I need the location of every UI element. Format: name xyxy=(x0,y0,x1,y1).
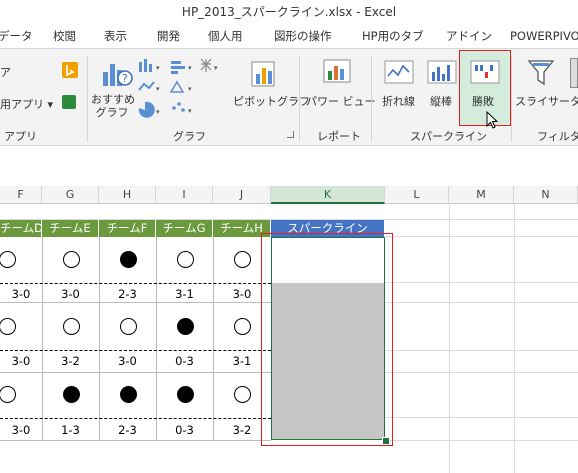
people-graph-icon[interactable] xyxy=(62,95,76,109)
column-header-h[interactable]: H xyxy=(99,186,156,204)
ribbon-separator xyxy=(87,56,88,142)
ribbon-separator xyxy=(371,56,372,142)
score-cell: 2-3 xyxy=(118,287,137,301)
score-cell: 3-0 xyxy=(118,354,137,368)
bing-icon[interactable] xyxy=(62,62,78,78)
my-apps-button[interactable]: 用アプリ ▾ xyxy=(0,96,53,112)
score-cell: 3-0 xyxy=(61,287,80,301)
window-title: HP_2013_スパークライン.xlsx - Excel xyxy=(181,5,397,19)
win-circle-icon xyxy=(176,251,194,268)
ribbon-separator xyxy=(299,56,300,142)
sparkline-winloss-icon xyxy=(470,60,500,84)
tab-developer[interactable]: 開発 xyxy=(157,24,180,48)
tab-data[interactable]: データ xyxy=(0,24,33,48)
svg-text:▾: ▾ xyxy=(188,64,192,72)
team-header-d: チームD xyxy=(0,220,42,237)
score-cell: 2-3 xyxy=(118,423,137,437)
tab-shape-ops[interactable]: 図形の操作 xyxy=(274,24,332,48)
score-cell: 3-0 xyxy=(11,423,31,437)
score-divider xyxy=(0,283,271,284)
svg-text:▾: ▾ xyxy=(214,64,218,72)
group-sparklines-label: スパークライン xyxy=(410,130,487,143)
win-circle-icon xyxy=(62,318,80,335)
score-cell: 3-0 xyxy=(11,287,31,301)
sparkline-winloss-button[interactable]: 勝敗 xyxy=(459,50,511,129)
mouse-cursor-icon xyxy=(486,111,499,129)
timeline-icon[interactable] xyxy=(570,58,578,88)
svg-text:▾: ▾ xyxy=(188,107,192,115)
win-circle-icon xyxy=(234,251,251,268)
score-divider xyxy=(0,418,271,419)
group-apps-label: アプリ xyxy=(4,130,37,143)
slicer-icon[interactable] xyxy=(527,58,555,91)
slicer-button[interactable]: スライサー xyxy=(515,93,570,109)
tab-review[interactable]: 校閲 xyxy=(53,24,76,48)
group-filters-label: フィルター xyxy=(537,130,578,143)
sparkline-line-icon[interactable] xyxy=(384,60,414,89)
charts-dialog-launcher-icon[interactable] xyxy=(287,131,294,138)
column-header-k[interactable]: K xyxy=(271,186,385,204)
highlight-frame xyxy=(261,233,393,446)
column-header-m[interactable]: M xyxy=(449,186,514,204)
loss-circle-icon xyxy=(119,251,137,268)
sparkline-winloss-label: 勝敗 xyxy=(472,95,494,108)
power-view-icon[interactable] xyxy=(322,58,352,91)
loss-circle-icon xyxy=(176,386,194,403)
column-header-f[interactable]: F xyxy=(0,186,42,204)
tab-view[interactable]: 表示 xyxy=(104,24,127,48)
sparkline-column-icon[interactable] xyxy=(427,60,457,89)
team-header-f: チームF xyxy=(99,220,156,237)
score-cell: 0-3 xyxy=(175,354,194,368)
tab-addins[interactable]: アドイン xyxy=(446,24,492,48)
formula-bar-area xyxy=(0,146,578,186)
score-divider xyxy=(0,350,271,351)
column-header-l[interactable]: L xyxy=(385,186,449,204)
svg-text:?: ? xyxy=(122,72,128,85)
loss-circle-icon xyxy=(119,386,137,403)
pivot-chart-icon[interactable] xyxy=(250,58,278,93)
score-cell: 3-2 xyxy=(61,354,80,368)
store-label[interactable]: ア xyxy=(0,64,11,80)
score-cell: 3-1 xyxy=(175,287,194,301)
svg-text:▾: ▾ xyxy=(156,108,160,116)
recommended-charts-icon[interactable]: ? xyxy=(100,58,136,93)
win-circle-icon xyxy=(119,318,137,335)
column-header-g[interactable]: G xyxy=(42,186,99,204)
win-circle-icon xyxy=(234,386,251,403)
tab-hp[interactable]: HP用のタブ xyxy=(362,24,424,48)
svg-text:▾: ▾ xyxy=(156,64,160,72)
tab-personal[interactable]: 個人用 xyxy=(208,24,243,48)
loss-circle-icon xyxy=(176,318,194,335)
group-charts-label: グラフ xyxy=(173,130,206,143)
column-header-i[interactable]: I xyxy=(156,186,213,204)
win-circle-icon xyxy=(62,251,80,268)
svg-text:▾: ▾ xyxy=(156,85,160,93)
group-reports-label: レポート xyxy=(317,130,361,143)
column-header-j[interactable]: J xyxy=(213,186,271,204)
chart-types-icons[interactable]: ▾ ▾ ▾ ▾ ▾ ▾ ▾ xyxy=(137,58,227,123)
sparkline-line-button[interactable]: 折れ線 xyxy=(382,93,415,109)
win-circle-icon xyxy=(234,318,251,335)
timeline-button[interactable]: タ xyxy=(570,93,578,109)
recommended-charts-button[interactable]: おすすめ グラフ xyxy=(91,93,135,119)
power-view-button[interactable]: パワー ビュー xyxy=(306,93,376,109)
team-header-g: チームG xyxy=(156,220,213,237)
tab-powerpivot[interactable]: POWERPIVOT xyxy=(510,24,578,48)
ribbon-separator xyxy=(511,56,512,142)
column-header-n[interactable]: N xyxy=(514,186,578,204)
svg-text:▾: ▾ xyxy=(188,85,192,93)
sparkline-column-button[interactable]: 縦棒 xyxy=(430,93,452,109)
score-cell: 0-3 xyxy=(175,423,194,437)
team-header-e: チームE xyxy=(42,220,99,237)
score-cell: 1-3 xyxy=(61,423,80,437)
score-cell: 3-0 xyxy=(11,354,31,368)
loss-circle-icon xyxy=(62,386,80,403)
